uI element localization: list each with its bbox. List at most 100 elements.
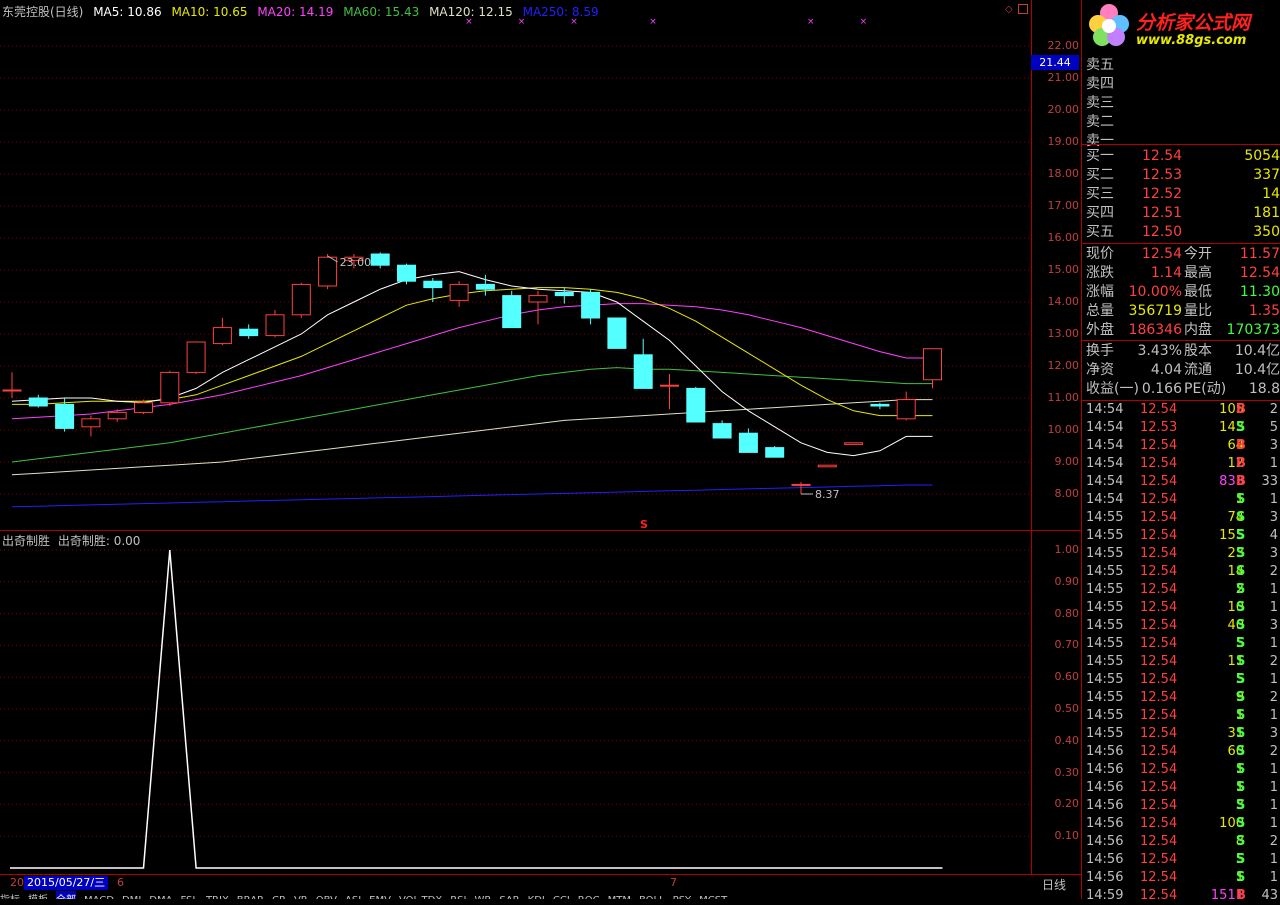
indicator-tab[interactable]: OBV [316,895,337,899]
tick-count: 3 [1269,618,1278,633]
indicator-tab[interactable]: WR [474,895,491,899]
indicator-tab[interactable]: MACD [84,895,114,899]
tick-price: 12.54 [1140,510,1178,525]
indicator-tab[interactable]: KDJ [528,895,545,899]
indicator-tab[interactable]: MTM [608,895,631,899]
tick-count: 1 [1269,798,1278,813]
indicator-tab[interactable]: VR [294,895,308,899]
tick-price: 12.54 [1140,582,1178,597]
fundamental-row: 收益(一) 0.166 PE(动) 18.8 [1084,380,1280,399]
candle-body [686,387,706,423]
tick-price: 12.53 [1140,420,1178,435]
buy-level-label: 买四 [1086,205,1114,221]
indicator-tab[interactable]: RSI [450,895,466,899]
tick-side: S [1236,726,1246,741]
candle-body [923,348,942,381]
fundamental-value: 10.4亿 [1234,343,1280,359]
indicator-tab[interactable]: SAR [499,895,519,899]
indicator-tab[interactable]: CR [272,895,286,899]
indicator-tab[interactable]: FSL [180,895,198,899]
quote-value: 170373 [1226,322,1280,338]
tick-count: 3 [1269,726,1278,741]
price-tick-label: 14.00 [1047,295,1080,308]
ma10-line [12,287,933,417]
indicator-tab[interactable]: DMI [122,895,141,899]
candle [397,263,416,285]
tick-side: S [1236,564,1246,579]
indicator-tab[interactable]: 模板 [28,891,48,899]
price-chart-canvas[interactable]: 23.008.37× × × × × ×S [0,0,1031,530]
tick-side: S [1236,780,1246,795]
main-price-chart[interactable]: 23.00 8.37 × × × × × × S 东莞控股(日线) MA5: 10.86 MA1… [0,0,1031,530]
indicator-tab[interactable]: CCI [553,895,570,899]
indicator-tab[interactable]: BRAR [237,895,264,899]
candle [449,281,469,307]
indicator-tab[interactable]: 指标 [0,891,20,899]
quote-panel: 分析家公式网 www.88gs.com 卖五 卖四 卖三 卖二 卖一 买一 12.54 50… [1081,0,1280,903]
sell-level-row: 卖五 [1084,56,1280,75]
fundamental-label: 流通 [1184,362,1212,378]
price-tick-label: 17.00 [1047,199,1080,212]
buy-level-volume: 350 [1253,224,1280,240]
fundamental-label: 股本 [1184,343,1212,359]
tick-row: 14:54 12.54 105 B 2 [1084,401,1280,419]
tick-time: 14:56 [1086,834,1124,849]
tick-time: 14:56 [1086,762,1124,777]
candle-body [134,402,153,413]
tick-time: 14:55 [1086,528,1124,543]
tick-count: 3 [1269,546,1278,561]
tick-price: 12.54 [1140,546,1178,561]
tick-side: B [1236,438,1246,453]
indicator-tab[interactable]: BOLL [639,895,665,899]
candle-body [581,291,601,319]
candle-body [502,295,522,329]
candle [423,278,443,302]
tick-count: 2 [1269,690,1278,705]
indicator-tab[interactable]: PSY [673,895,692,899]
ma10-label: MA10: 10.65 [171,5,248,19]
indicator-tab[interactable]: TRIX [206,895,229,899]
window-control-icon[interactable]: ◇ [1005,4,1013,15]
tick-row: 14:55 12.54 5 S 1 [1084,671,1280,689]
fundamental-label: 换手 [1086,343,1114,359]
tick-count: 1 [1269,852,1278,867]
indicator-tab[interactable]: EMV [369,895,391,899]
tick-side: S [1236,492,1246,507]
indicator-chart[interactable]: 出奇制胜 出奇制胜: 0.00 [0,530,1031,874]
sell-level-label: 卖二 [1086,114,1114,130]
indicator-tab[interactable]: ASI [345,895,361,899]
close-icon[interactable] [1018,4,1028,14]
tick-time: 14:55 [1086,546,1124,561]
buy-level-row: 买一 12.54 5054 [1084,147,1280,166]
tick-side: S [1236,420,1246,435]
tick-time: 14:54 [1086,438,1124,453]
tick-row: 14:56 12.54 60 S 2 [1084,743,1280,761]
indicator-tab[interactable]: DMA [149,895,172,899]
tick-time: 14:55 [1086,600,1124,615]
tick-count: 1 [1269,636,1278,651]
candle-body [265,314,285,337]
indicator-tab[interactable]: ROC [578,895,600,899]
candle-body [765,447,785,458]
candle-body [160,371,180,404]
candle-body [107,411,127,420]
indicator-tab[interactable]: 全部 [56,891,76,899]
tick-price: 12.54 [1140,852,1178,867]
indicator-tab[interactable]: VOL-TDX [399,895,442,899]
logo-title: 分析家公式网 [1136,12,1251,34]
candle [239,324,259,339]
tick-row: 14:54 12.54 833 B 33 [1084,473,1280,491]
tick-row: 14:56 12.54 5 S 1 [1084,851,1280,869]
indicator-tick-label: 0.60 [1054,670,1080,684]
tick-row: 14:56 12.54 1 S 1 [1084,761,1280,779]
quote-value: 1.14 [1150,265,1182,281]
candle-body [738,432,758,453]
tick-row: 14:55 12.54 155 S 4 [1084,527,1280,545]
candle-body [186,341,206,373]
tick-row: 14:56 12.54 100 S 1 [1084,815,1280,833]
date-prefix: 20 [10,876,24,889]
indicator-tab[interactable]: MCST [699,895,727,899]
indicator-canvas[interactable] [0,530,1031,874]
buy-level-row: 买三 12.52 14 [1084,185,1280,204]
buy-level-price: 12.50 [1142,224,1183,240]
